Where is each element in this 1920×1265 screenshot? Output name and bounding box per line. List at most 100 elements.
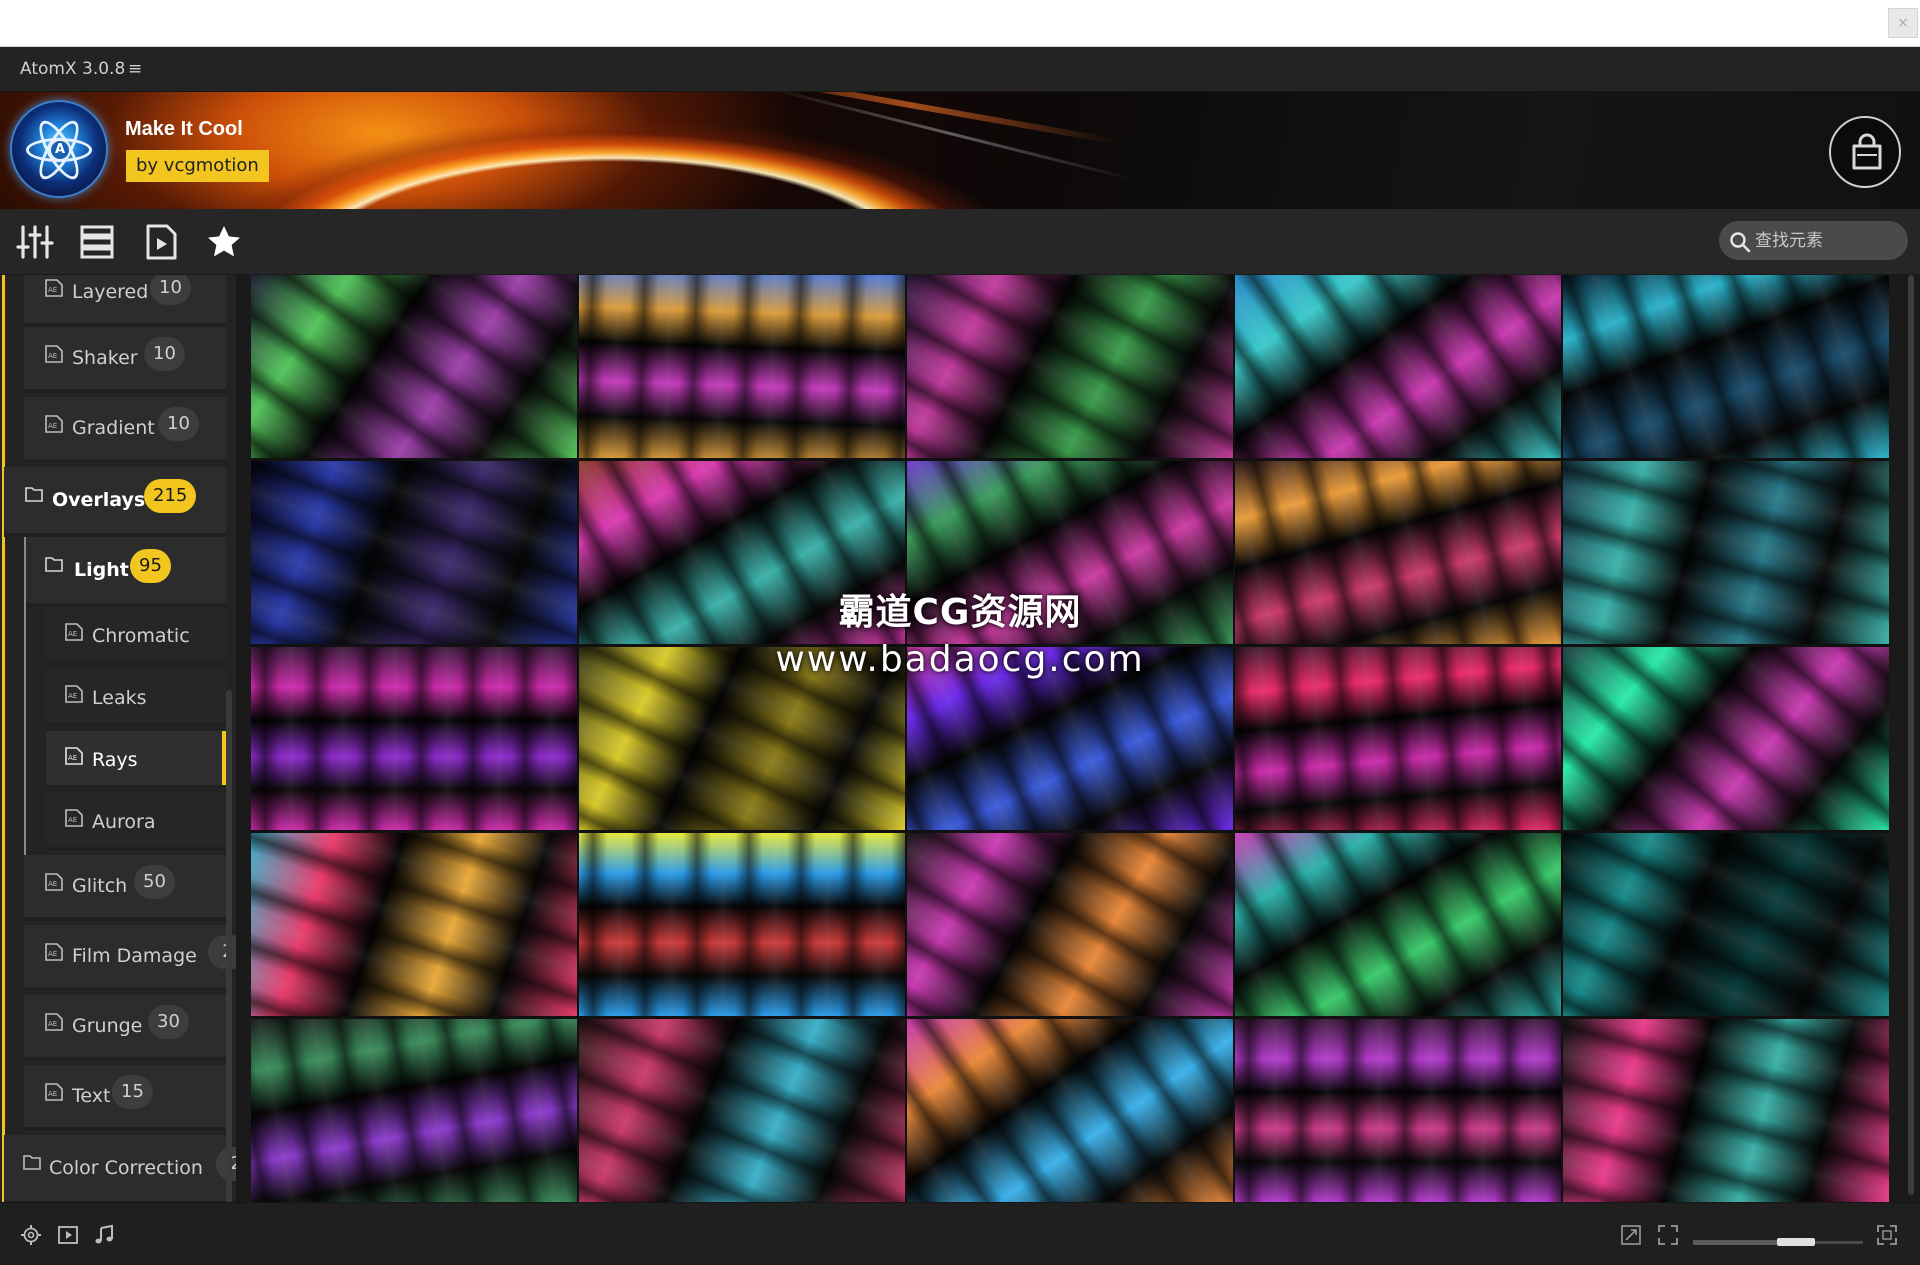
svg-text:AE: AE (68, 754, 77, 762)
preset-thumbnail[interactable] (579, 833, 905, 1016)
window-close-button[interactable]: ⨯ (1888, 8, 1918, 38)
svg-text:AE: AE (68, 816, 77, 824)
count-badge: 10 (158, 407, 199, 441)
count-badge: 50 (134, 865, 175, 899)
preset-thumbnail[interactable] (1235, 275, 1561, 458)
sidebar-item-glitch[interactable]: AE Glitch 50 (24, 855, 226, 921)
expand-view-icon[interactable] (1620, 1224, 1642, 1246)
tree-guide-line (2, 457, 5, 1202)
sidebar-item-label: Overlays (52, 489, 146, 511)
music-note-icon[interactable] (93, 1224, 115, 1246)
sidebar-item-overlays[interactable]: Overlays 215 (4, 467, 226, 537)
preset-thumbnail[interactable] (1235, 1019, 1561, 1202)
sidebar-item-label: Text (72, 1085, 111, 1107)
preset-thumbnail[interactable] (907, 833, 1233, 1016)
atomx-logo-icon: A (10, 100, 108, 198)
preset-thumbnail[interactable] (1563, 833, 1889, 1016)
preset-thumbnail[interactable] (251, 647, 577, 830)
folder-icon (25, 487, 43, 502)
sidebar-item-light[interactable]: Light 95 (26, 537, 226, 607)
preset-thumbnail[interactable] (1563, 461, 1889, 644)
video-file-icon[interactable] (142, 223, 180, 261)
video-preview-icon[interactable] (57, 1224, 79, 1246)
svg-text:AE: AE (48, 950, 57, 958)
preset-thumbnail[interactable] (251, 833, 577, 1016)
preset-thumbnail-grid (251, 275, 1889, 1202)
os-window-strip: ⨯ (0, 0, 1920, 47)
sidebar-item-shaker[interactable]: AE Shaker 10 (24, 327, 226, 393)
ae-file-icon: AE (65, 685, 83, 703)
count-badge: 10 (144, 337, 185, 371)
ae-file-icon: AE (45, 279, 63, 297)
preset-thumbnail[interactable] (251, 275, 577, 458)
pack-name: Make It Cool (125, 118, 243, 140)
fit-view-icon[interactable] (1657, 1224, 1679, 1246)
sidebar-item-label: Grunge (72, 1015, 143, 1037)
sidebar-item-color-correction[interactable]: Color Correction 2 (4, 1135, 236, 1202)
title-bar: AtomX 3.0.8 ≡ (0, 47, 1920, 92)
preset-thumbnail[interactable] (907, 275, 1233, 458)
large-grid-icon[interactable] (1876, 1224, 1898, 1246)
preset-thumbnail[interactable] (1235, 461, 1561, 644)
preset-thumbnail[interactable] (907, 647, 1233, 830)
sidebar-item-chromatic[interactable]: AE Chromatic (46, 607, 226, 665)
preset-thumbnail[interactable] (1235, 647, 1561, 830)
thumbnail-size-slider[interactable] (1693, 1238, 1863, 1246)
preset-thumbnail[interactable] (251, 1019, 577, 1202)
app-title: AtomX 3.0.8 (20, 59, 126, 79)
sidebar-item-rays[interactable]: AE Rays (46, 731, 226, 789)
list-view-icon[interactable] (78, 223, 116, 261)
sidebar-item-label: Rays (92, 749, 138, 771)
sidebar-item-label: Aurora (92, 811, 156, 833)
folder-icon (45, 557, 63, 572)
sidebar-item-aurora[interactable]: AE Aurora (46, 793, 226, 851)
hamburger-menu-icon[interactable]: ≡ (128, 59, 142, 79)
count-badge: 15 (112, 1075, 153, 1109)
preset-thumbnail[interactable] (579, 275, 905, 458)
count-badge: 215 (144, 479, 197, 513)
svg-text:AE: AE (68, 692, 77, 700)
settings-gear-icon[interactable] (20, 1224, 42, 1246)
slider-fill (1693, 1240, 1777, 1245)
status-bar (0, 1202, 1920, 1265)
svg-text:AE: AE (48, 1020, 57, 1028)
sidebar-item-gradient[interactable]: AE Gradient 10 (24, 397, 226, 463)
favorites-star-icon[interactable] (205, 223, 243, 261)
preset-thumbnail[interactable] (907, 461, 1233, 644)
sidebar-item-label: Color Correction (49, 1157, 203, 1179)
sidebar-item-leaks[interactable]: AE Leaks (46, 669, 226, 727)
banner-light-streak (702, 92, 1118, 145)
grid-scrollbar[interactable] (1908, 275, 1914, 1195)
sliders-icon[interactable] (16, 223, 54, 261)
preset-thumbnail[interactable] (1563, 647, 1889, 830)
count-badge: 10 (150, 275, 191, 305)
count-badge: 30 (148, 1005, 189, 1039)
preset-thumbnail[interactable] (1563, 1019, 1889, 1202)
folder-icon (23, 1155, 41, 1170)
slider-handle[interactable] (1777, 1238, 1815, 1246)
count-badge: 95 (130, 549, 171, 583)
preset-thumbnail[interactable] (579, 1019, 905, 1202)
preset-thumbnail[interactable] (251, 461, 577, 644)
svg-text:AE: AE (48, 352, 57, 360)
ae-file-icon: AE (45, 1083, 63, 1101)
ae-file-icon: AE (45, 1013, 63, 1031)
sidebar-item-grunge[interactable]: AE Grunge 30 (24, 995, 226, 1061)
sidebar-item-layered[interactable]: AE Layered 10 (24, 275, 226, 327)
sidebar-item-text[interactable]: AE Text 15 (24, 1065, 226, 1131)
preset-thumbnail[interactable] (579, 461, 905, 644)
preset-thumbnail[interactable] (579, 647, 905, 830)
pack-author-badge[interactable]: by vcgmotion (126, 150, 269, 182)
shopping-bag-button[interactable] (1829, 116, 1901, 188)
pack-banner: A Make It Cool by vcgmotion (0, 92, 1920, 209)
svg-text:AE: AE (68, 630, 77, 638)
svg-text:AE: AE (48, 880, 57, 888)
ae-file-icon: AE (45, 873, 63, 891)
search-icon (1730, 232, 1751, 253)
svg-text:AE: AE (48, 1090, 57, 1098)
preset-thumbnail[interactable] (1563, 275, 1889, 458)
preset-thumbnail[interactable] (907, 1019, 1233, 1202)
sidebar-item-film-damage[interactable]: AE Film Damage 2 (24, 925, 236, 991)
sidebar-scrollbar[interactable] (226, 690, 232, 1210)
preset-thumbnail[interactable] (1235, 833, 1561, 1016)
